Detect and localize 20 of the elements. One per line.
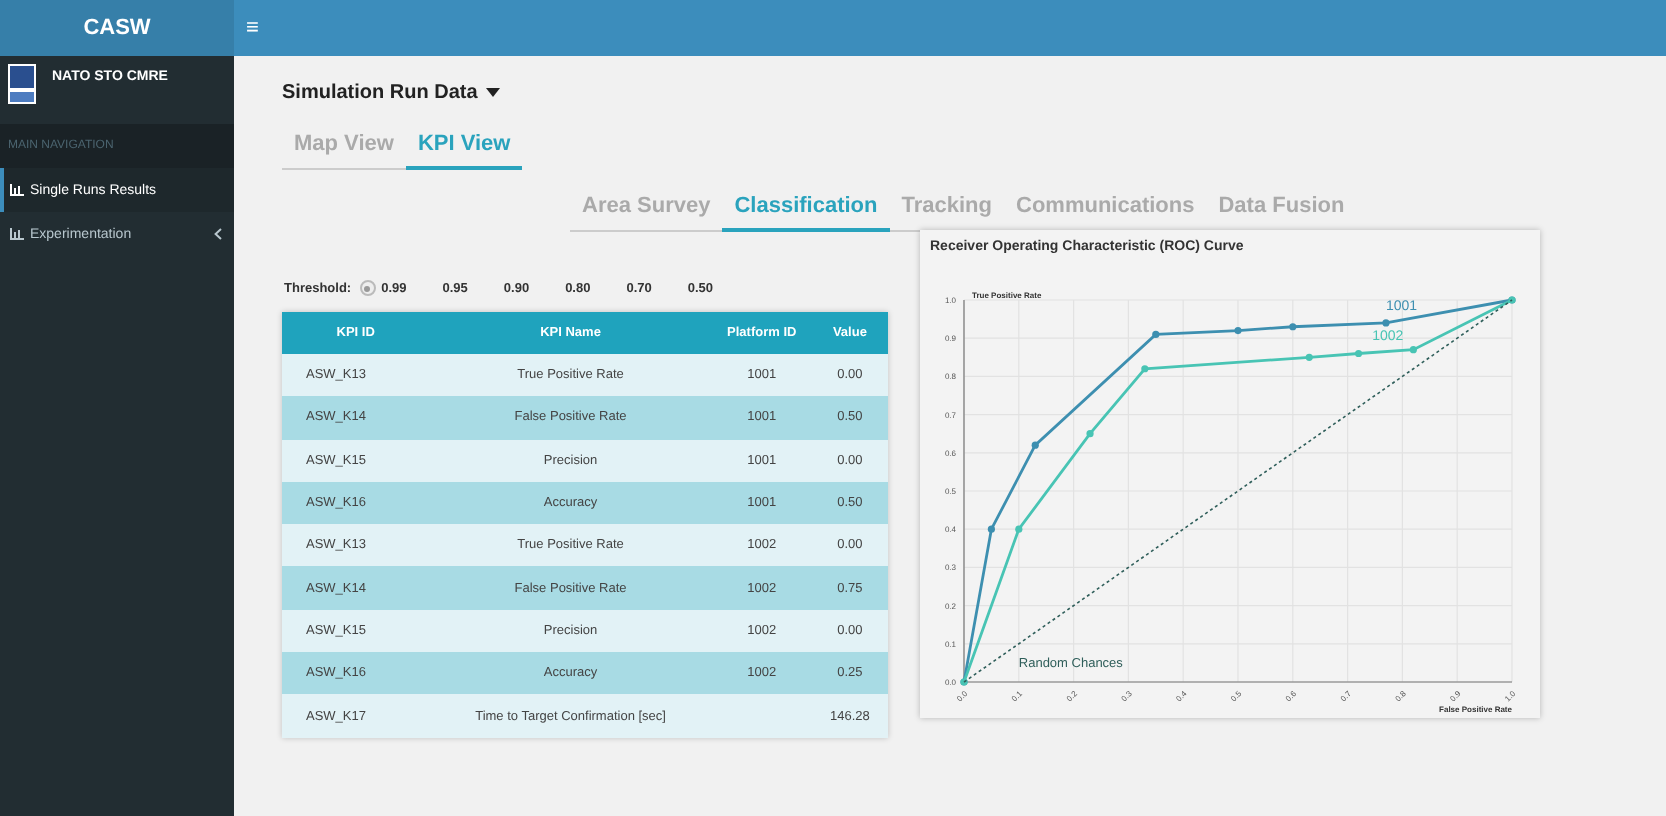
point bbox=[1015, 525, 1023, 533]
point bbox=[1086, 430, 1094, 438]
logo-icon bbox=[8, 64, 36, 104]
point bbox=[1354, 349, 1363, 358]
page-title[interactable]: Simulation Run Data bbox=[282, 76, 1666, 108]
caret-icon bbox=[485, 87, 500, 97]
menu-icon[interactable]: ≡ bbox=[246, 16, 259, 40]
point bbox=[1409, 346, 1417, 354]
app-brand: CASW bbox=[0, 0, 234, 56]
point bbox=[1289, 323, 1297, 331]
point bbox=[1152, 330, 1160, 338]
point bbox=[1382, 319, 1390, 327]
bar-chart-icon bbox=[10, 184, 24, 196]
radio-button[interactable] bbox=[359, 280, 376, 296]
point bbox=[1305, 353, 1313, 361]
bar-chart-icon bbox=[10, 228, 24, 240]
point bbox=[1031, 441, 1039, 449]
point bbox=[1141, 365, 1149, 373]
point bbox=[987, 525, 995, 533]
point bbox=[1234, 326, 1242, 335]
